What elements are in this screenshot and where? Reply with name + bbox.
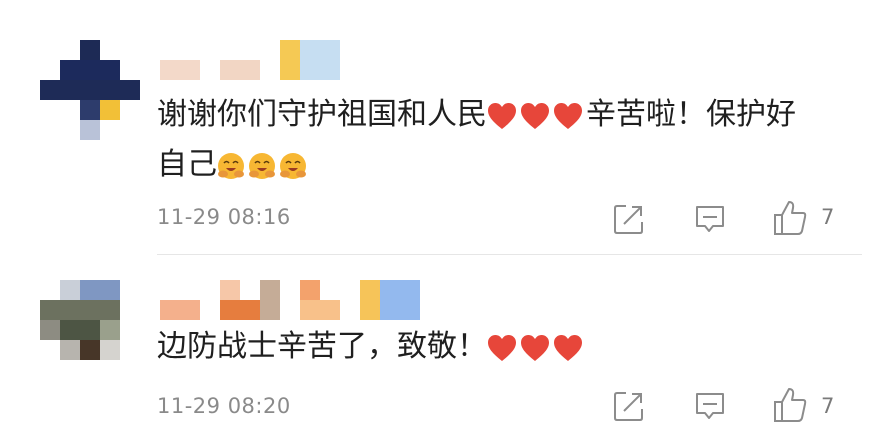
reply-icon[interactable] [694, 203, 726, 235]
heart-emoji-group [487, 97, 586, 132]
comment-text-part: 边防战士辛苦了，致敬！ [157, 329, 487, 364]
share-icon[interactable] [613, 390, 645, 422]
username[interactable] [160, 280, 430, 320]
heart-icon [554, 102, 582, 129]
comment-item: 边防战士辛苦了，致敬！ 11-29 08:20 7 [0, 254, 884, 431]
heart-icon [488, 102, 516, 129]
avatar[interactable] [40, 40, 140, 144]
username[interactable] [160, 40, 350, 80]
hug-face-icon [249, 152, 275, 179]
hug-face-icon [280, 152, 306, 179]
hug-emoji-group [217, 147, 310, 182]
timestamp: 11-29 08:20 [157, 394, 291, 418]
like-count: 7 [821, 394, 835, 418]
heart-icon [554, 334, 582, 361]
comment-text-part: 自己 [157, 147, 217, 182]
heart-emoji-group [487, 329, 586, 364]
like-count: 7 [821, 205, 835, 229]
reply-icon[interactable] [694, 390, 726, 422]
heart-icon [488, 334, 516, 361]
share-icon[interactable] [613, 203, 645, 235]
heart-icon [521, 102, 549, 129]
avatar[interactable] [40, 280, 124, 384]
comment-text-part: 辛苦啦！保护好 [586, 97, 796, 132]
like-icon[interactable] [773, 200, 807, 236]
hug-face-icon [218, 152, 244, 179]
like-icon[interactable] [773, 387, 807, 423]
heart-icon [521, 334, 549, 361]
comment-text: 谢谢你们守护祖国和人民 辛苦啦！保护好 自己 [157, 90, 847, 190]
comment-text-part: 谢谢你们守护祖国和人民 [157, 97, 487, 132]
comment-text: 边防战士辛苦了，致敬！ [157, 322, 847, 372]
comment-item: 谢谢你们守护祖国和人民 辛苦啦！保护好 自己 11-29 08:16 7 [0, 0, 884, 254]
timestamp: 11-29 08:16 [157, 205, 291, 229]
